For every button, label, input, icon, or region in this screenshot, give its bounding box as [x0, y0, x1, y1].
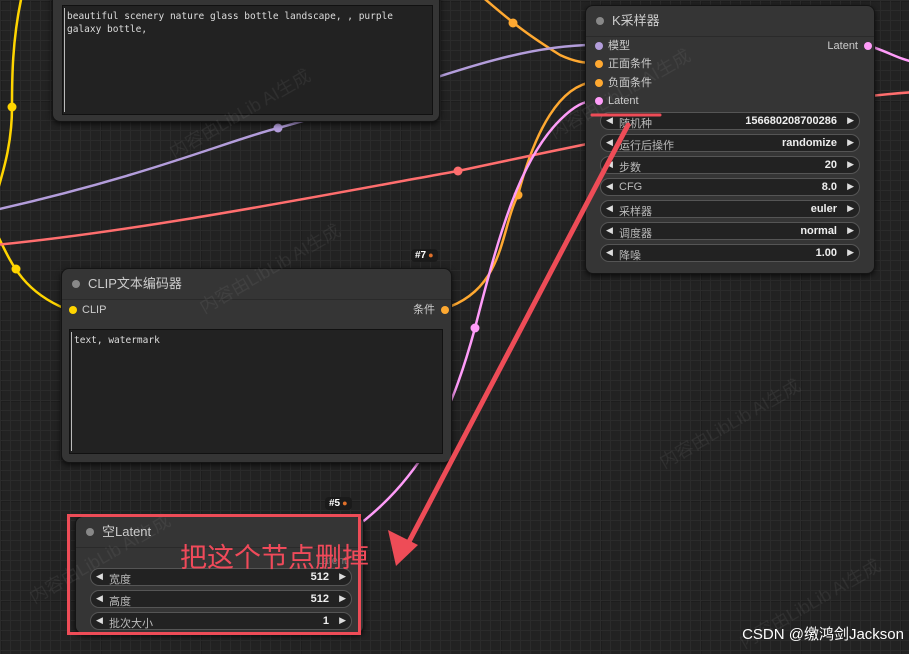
output-slot-conditioning[interactable]: 条件 — [413, 302, 449, 318]
collapse-dot[interactable] — [72, 280, 80, 288]
widget-label: 采样器 — [619, 206, 652, 218]
slot-dot[interactable] — [441, 306, 449, 314]
widget-seed[interactable]: ◀ 随机种 156680208700286 ▶ — [600, 112, 860, 130]
wire-midpoint — [7, 102, 17, 112]
wire-clip-top — [0, 0, 23, 187]
wire-midpoint — [470, 323, 480, 333]
widget-label: 随机种 — [619, 118, 652, 130]
prompt-node[interactable]: beautiful scenery nature glass bottle la… — [52, 0, 440, 122]
badge-label: #7 — [415, 250, 427, 261]
negative-prompt-text[interactable]: text, watermark — [69, 329, 443, 454]
widget-denoise[interactable]: ◀ 降噪 1.00 ▶ — [600, 244, 860, 262]
increment-arrow-icon[interactable]: ▶ — [847, 203, 854, 214]
widget-value: 20 — [824, 159, 837, 171]
input-slot-latent[interactable]: Latent — [590, 93, 639, 109]
decrement-arrow-icon[interactable]: ◀ — [606, 203, 613, 214]
decrement-arrow-icon[interactable]: ◀ — [606, 159, 613, 170]
widget-label: 步数 — [619, 162, 641, 174]
node-title-bar[interactable]: CLIP文本编码器 — [62, 269, 451, 300]
node-id-badge: #5 ● — [325, 497, 352, 510]
ksampler-node[interactable]: K采样器 模型 正面条件 负面条件 Latent Latent ◀ 随机种 15… — [585, 5, 875, 274]
input-slot-model[interactable]: 模型 — [590, 38, 630, 54]
widget-scheduler[interactable]: ◀ 调度器 normal ▶ — [600, 222, 860, 240]
wire-positive — [484, 0, 595, 65]
widget-label: CFG — [619, 181, 643, 193]
widget-value: normal — [800, 225, 837, 237]
node-title: K采样器 — [612, 13, 660, 28]
widget-value: 1.00 — [815, 247, 837, 259]
widget-value: 156680208700286 — [745, 115, 837, 127]
wire-midpoint — [508, 18, 518, 28]
widget-after-run[interactable]: ◀ 运行后操作 randomize ▶ — [600, 134, 860, 152]
decrement-arrow-icon[interactable]: ◀ — [606, 225, 613, 236]
slot-dot[interactable] — [595, 42, 603, 50]
widget-label: 降噪 — [619, 250, 641, 262]
increment-arrow-icon[interactable]: ▶ — [847, 225, 854, 236]
wire-midpoint — [453, 166, 463, 176]
slot-label: Latent — [608, 95, 639, 107]
input-slot-negative[interactable]: 负面条件 — [590, 75, 652, 91]
output-slot-latent[interactable]: Latent — [827, 38, 872, 54]
increment-arrow-icon[interactable]: ▶ — [847, 247, 854, 258]
clip-text-encoder-node[interactable]: CLIP文本编码器 CLIP 条件 text, watermark — [61, 268, 452, 463]
slot-label: 模型 — [608, 40, 630, 52]
slot-dot[interactable] — [595, 97, 603, 105]
slot-label: 正面条件 — [608, 58, 652, 70]
input-slot-clip[interactable]: CLIP — [64, 302, 106, 318]
node-title: CLIP文本编码器 — [88, 276, 182, 291]
slot-dot[interactable] — [595, 79, 603, 87]
wire-midpoint — [11, 264, 21, 274]
widget-value: randomize — [781, 137, 837, 149]
badge-label: #5 — [329, 498, 341, 509]
widget-value: 8.0 — [821, 181, 837, 193]
increment-arrow-icon[interactable]: ▶ — [847, 137, 854, 148]
node-title-bar[interactable]: K采样器 — [586, 6, 874, 37]
widget-value: euler — [810, 203, 837, 215]
slot-label: 负面条件 — [608, 77, 652, 89]
annotation-text: 把这个节点删掉 — [180, 543, 369, 573]
slot-dot[interactable] — [69, 306, 77, 314]
collapse-dot[interactable] — [596, 17, 604, 25]
slot-label: CLIP — [82, 304, 107, 316]
widget-sampler[interactable]: ◀ 采样器 euler ▶ — [600, 200, 860, 218]
widget-steps[interactable]: ◀ 步数 20 ▶ — [600, 156, 860, 174]
wire-midpoint — [273, 123, 283, 133]
decrement-arrow-icon[interactable]: ◀ — [606, 137, 613, 148]
slot-dot[interactable] — [864, 42, 872, 50]
fox-icon: ● — [428, 250, 434, 260]
increment-arrow-icon[interactable]: ▶ — [847, 115, 854, 126]
widget-cfg[interactable]: ◀ CFG 8.0 ▶ — [600, 178, 860, 196]
slot-label: 条件 — [413, 304, 435, 316]
increment-arrow-icon[interactable]: ▶ — [847, 181, 854, 192]
node-id-badge: #7 ● — [411, 249, 438, 262]
input-slot-positive[interactable]: 正面条件 — [590, 56, 652, 72]
decrement-arrow-icon[interactable]: ◀ — [606, 115, 613, 126]
credit-watermark: CSDN @缴鸿剑Jackson — [742, 626, 904, 643]
widget-label: 调度器 — [619, 228, 652, 240]
prompt-text[interactable]: beautiful scenery nature glass bottle la… — [62, 5, 433, 115]
slot-label: Latent — [827, 40, 858, 52]
widget-label: 运行后操作 — [619, 140, 674, 152]
fox-icon: ● — [342, 498, 348, 508]
slot-dot[interactable] — [595, 60, 603, 68]
decrement-arrow-icon[interactable]: ◀ — [606, 181, 613, 192]
decrement-arrow-icon[interactable]: ◀ — [606, 247, 613, 258]
increment-arrow-icon[interactable]: ▶ — [847, 159, 854, 170]
